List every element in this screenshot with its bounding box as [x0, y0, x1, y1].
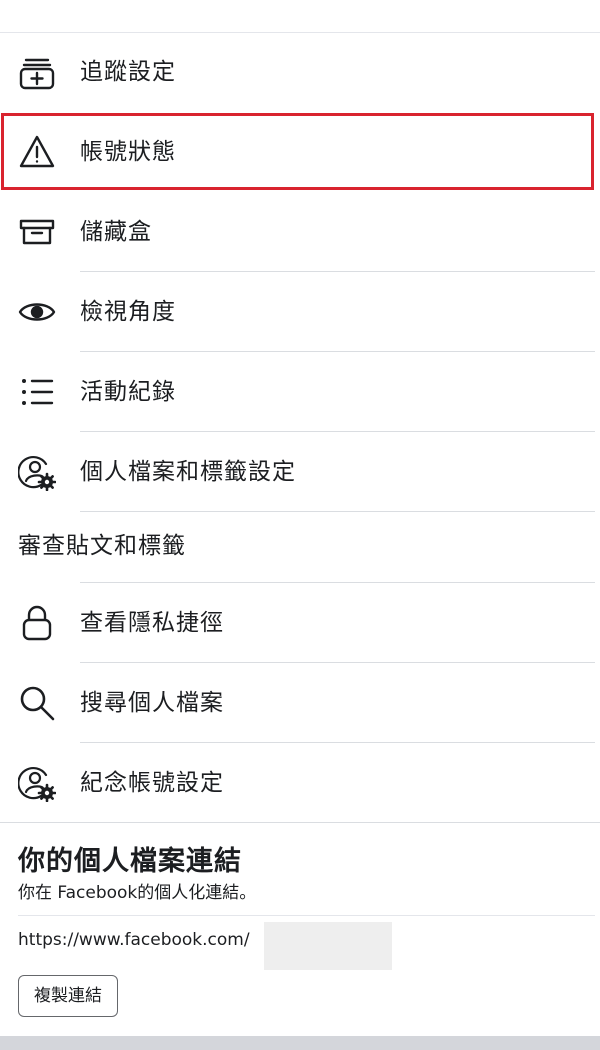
- profile-link-subtitle: 你在 Facebook的個人化連結。: [18, 883, 257, 903]
- lock-icon: [18, 604, 56, 642]
- redacted-area: [264, 922, 392, 970]
- menu-item-label: 檢視角度: [80, 299, 176, 325]
- menu-item-label: 追蹤設定: [80, 59, 176, 85]
- archive-icon: [18, 213, 56, 251]
- menu-item-follow-settings[interactable]: 追蹤設定: [0, 32, 600, 112]
- eye-icon: [18, 293, 56, 331]
- menu-item-memorialization-settings[interactable]: 紀念帳號設定: [0, 743, 600, 823]
- profile-link-title: 你的個人檔案連結: [18, 846, 242, 877]
- section-divider: [0, 822, 600, 823]
- menu-item-account-status[interactable]: 帳號狀態: [0, 112, 600, 192]
- bottom-bar: [0, 1036, 600, 1050]
- menu-item-privacy-shortcuts[interactable]: 查看隱私捷徑: [0, 583, 600, 663]
- menu-item-label: 審查貼文和標籤: [18, 533, 186, 559]
- memorial-settings-icon: [18, 764, 56, 802]
- menu-item-label: 活動紀錄: [80, 379, 176, 405]
- menu-item-label: 個人檔案和標籤設定: [80, 459, 296, 485]
- warning-icon: [18, 133, 56, 171]
- follow-settings-icon: [18, 53, 56, 91]
- menu-item-view-as[interactable]: 檢視角度: [0, 272, 600, 352]
- profile-link-url: https://www.facebook.com/: [18, 930, 250, 950]
- menu-item-review-posts-tags[interactable]: 審查貼文和標籤: [0, 506, 600, 586]
- menu-item-label: 查看隱私捷徑: [80, 610, 224, 636]
- menu-item-label: 儲藏盒: [80, 219, 152, 245]
- menu-item-archive[interactable]: 儲藏盒: [0, 192, 600, 272]
- search-icon: [18, 684, 56, 722]
- menu-item-label: 搜尋個人檔案: [80, 690, 224, 716]
- profile-settings-icon: [18, 453, 56, 491]
- menu-item-label: 帳號狀態: [80, 139, 176, 165]
- list-icon: [18, 373, 56, 411]
- menu-item-search-profile[interactable]: 搜尋個人檔案: [0, 663, 600, 743]
- divider: [18, 915, 595, 916]
- menu-item-profile-tagging-settings[interactable]: 個人檔案和標籤設定: [0, 432, 600, 512]
- menu-item-label: 紀念帳號設定: [80, 770, 224, 796]
- menu-item-activity-log[interactable]: 活動紀錄: [0, 352, 600, 432]
- copy-link-button[interactable]: 複製連結: [18, 975, 118, 1017]
